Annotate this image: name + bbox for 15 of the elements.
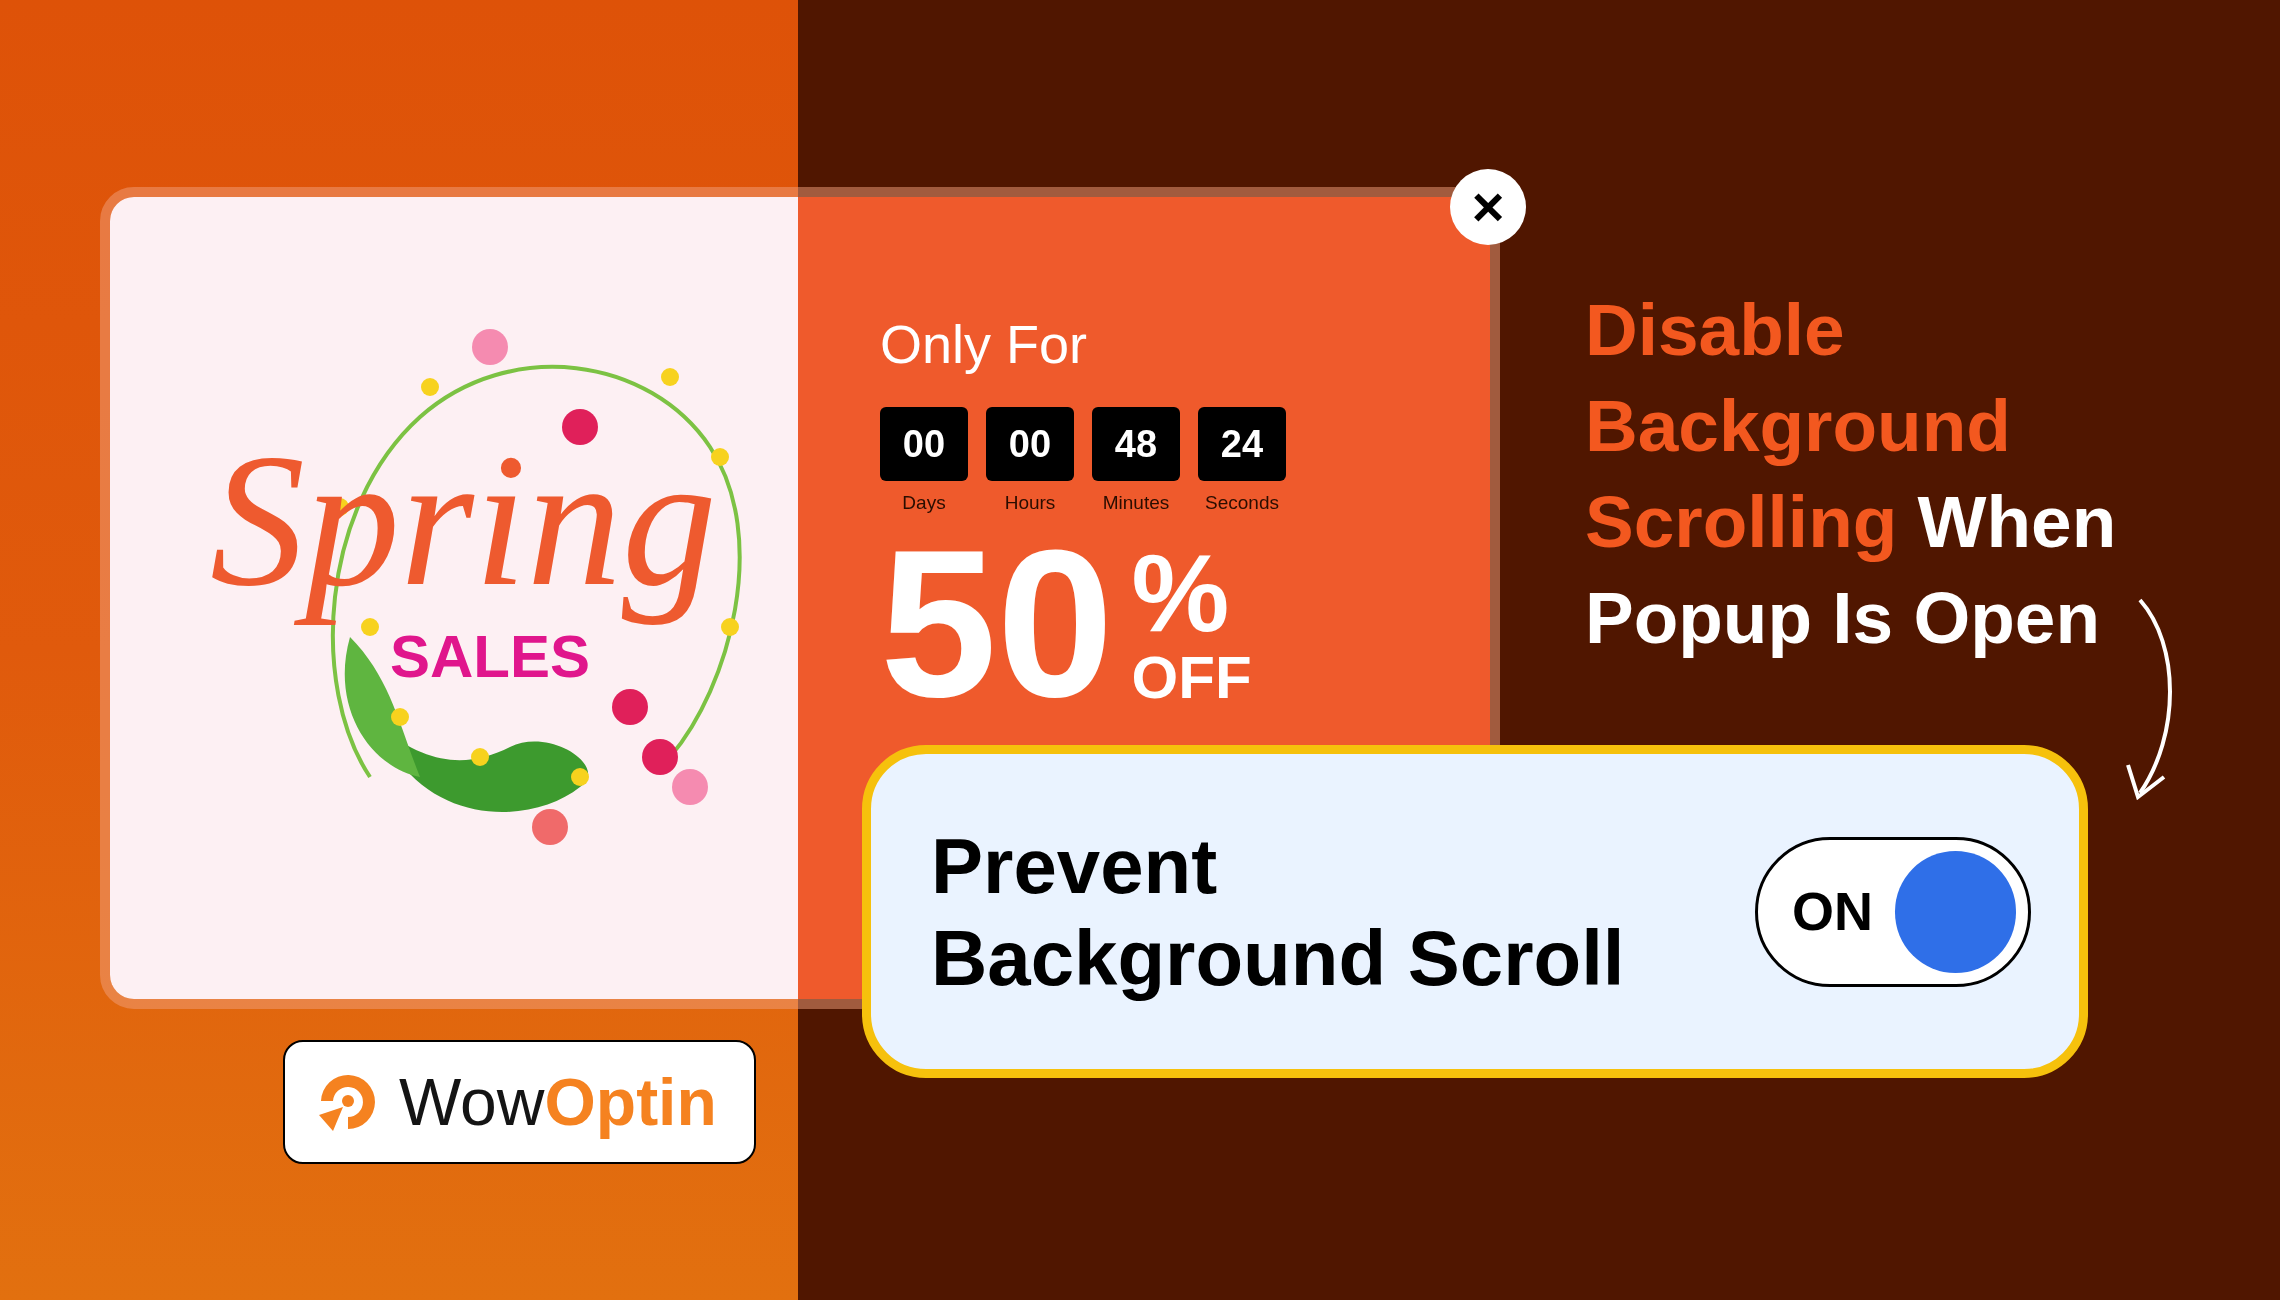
- countdown-unit: Minutes: [1102, 491, 1170, 515]
- countdown-unit: Seconds: [1205, 491, 1279, 515]
- sale-subtitle: SALES: [390, 627, 591, 687]
- countdown-value: 00: [986, 407, 1074, 481]
- countdown-unit: Days: [902, 491, 946, 515]
- off-label: OFF: [1131, 647, 1252, 708]
- countdown-value: 24: [1198, 407, 1286, 481]
- toggle-switch[interactable]: ON: [1755, 836, 2031, 987]
- countdown-value: 48: [1092, 407, 1180, 481]
- headline: Disable Background Scrolling When Popup Is Open: [1585, 288, 2117, 660]
- countdown-value: 00: [880, 407, 968, 481]
- setting-label: Prevent Background Scroll: [931, 820, 1625, 1004]
- discount-amount: 50: [880, 539, 1114, 708]
- percent-sign: %: [1131, 537, 1230, 648]
- countdown-unit: Hours: [1004, 491, 1056, 515]
